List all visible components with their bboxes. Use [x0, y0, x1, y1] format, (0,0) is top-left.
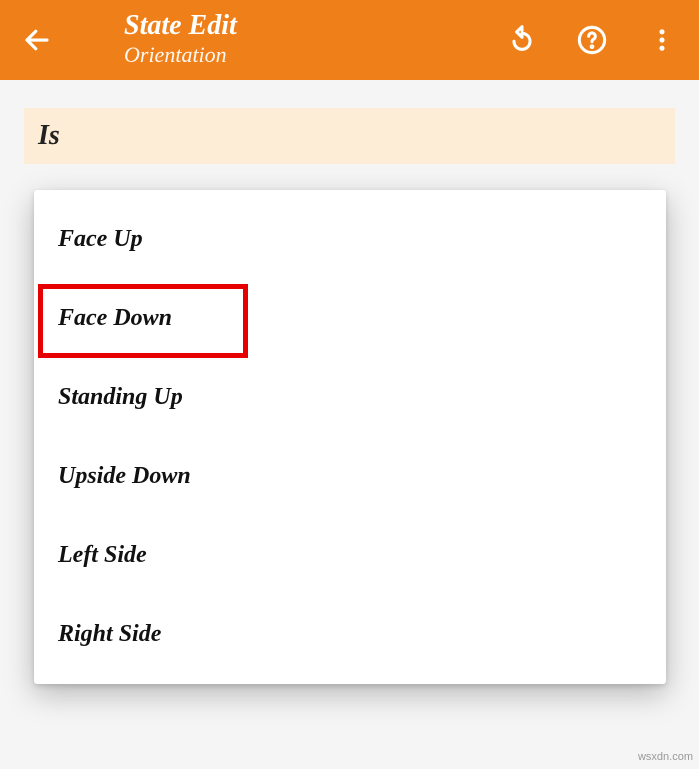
option-face-up[interactable]: Face Up [34, 200, 666, 279]
appbar-titles: State Edit Orientation [124, 11, 503, 68]
option-face-down[interactable]: Face Down [34, 279, 666, 358]
section-header-is: Is [24, 108, 675, 164]
option-left-side[interactable]: Left Side [34, 516, 666, 595]
help-button[interactable] [573, 21, 611, 59]
appbar-actions [503, 21, 681, 59]
undo-icon [506, 24, 538, 56]
option-upside-down[interactable]: Upside Down [34, 437, 666, 516]
back-button[interactable] [18, 21, 56, 59]
page-subtitle: Orientation [124, 42, 503, 68]
app-bar: State Edit Orientation [0, 0, 699, 80]
more-vert-icon [648, 26, 676, 54]
watermark-text: wsxdn.com [638, 751, 693, 763]
undo-button[interactable] [503, 21, 541, 59]
content-area: Is [0, 80, 699, 164]
option-standing-up[interactable]: Standing Up [34, 358, 666, 437]
page-title: State Edit [124, 11, 503, 42]
option-right-side[interactable]: Right Side [34, 595, 666, 674]
options-popup: Face Up Face Down Standing Up Upside Dow… [34, 190, 666, 684]
arrow-back-icon [22, 25, 52, 55]
help-icon [576, 24, 608, 56]
overflow-menu-button[interactable] [643, 21, 681, 59]
